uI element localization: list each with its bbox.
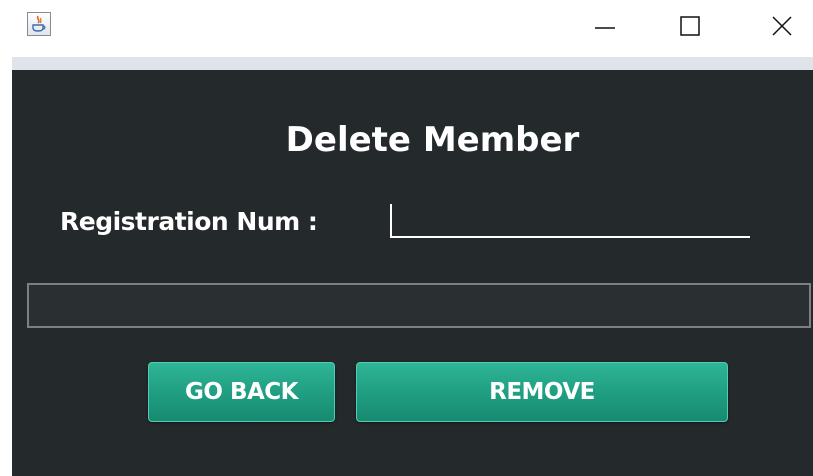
remove-button[interactable]: REMOVE [356,362,728,422]
go-back-button[interactable]: GO BACK [148,362,335,422]
registration-num-input[interactable] [390,204,750,238]
member-info-field[interactable] [27,283,811,328]
page-title: Delete Member [285,120,580,160]
delete-member-panel: Delete Member Registration Num : GO BACK… [12,70,813,476]
delete-member-window: Delete Member Registration Num : GO BACK… [0,0,813,476]
maximize-button[interactable] [666,0,714,52]
java-app-icon[interactable] [27,12,51,36]
close-icon [772,16,792,36]
registration-num-label: Registration Num : [60,207,318,236]
menu-strip [12,57,813,70]
minimize-icon [595,27,615,29]
maximize-icon [680,16,700,36]
close-button[interactable] [758,0,806,52]
title-bar[interactable] [0,0,813,57]
minimize-button[interactable] [581,0,629,52]
